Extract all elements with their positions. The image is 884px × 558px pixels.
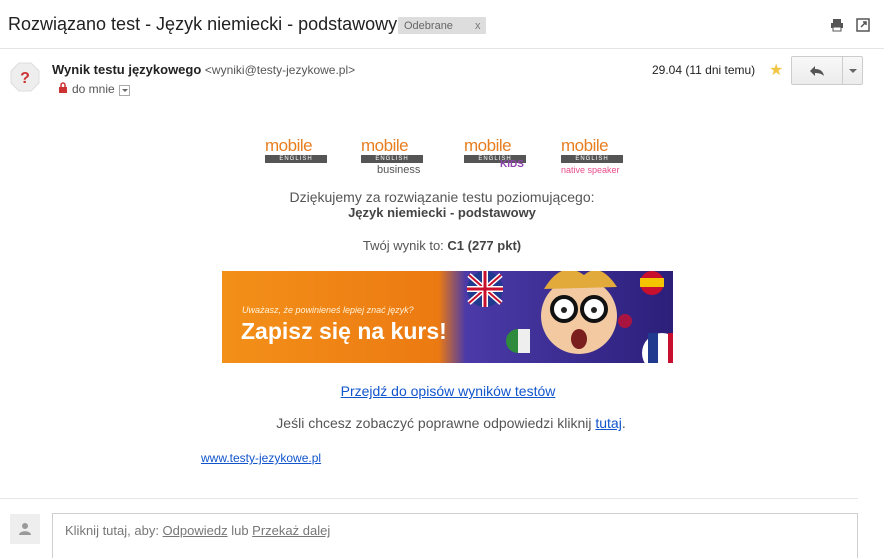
divider [0, 48, 884, 49]
recipient-row: do mnie [58, 82, 130, 96]
brand-logos: mobile ENGLISH mobile ENGLISH business m… [262, 137, 642, 178]
answers-suffix: . [621, 415, 626, 431]
chevron-down-icon [848, 68, 857, 73]
site-link-wrap: www.testy-jezykowe.pl [201, 451, 321, 465]
sender-name[interactable]: Wynik testu językowego [52, 62, 201, 77]
site-link[interactable]: www.testy-jezykowe.pl [201, 451, 321, 465]
email-date: 29.04 (11 dni temu) [652, 63, 756, 77]
star-icon[interactable]: ★ [769, 60, 783, 80]
more-options-button[interactable] [843, 57, 862, 84]
new-window-icon[interactable] [856, 18, 870, 32]
reply-button[interactable] [792, 57, 843, 84]
email-subject: Rozwiązano test - Język niemiecki - pods… [8, 14, 398, 34]
top-icons [830, 18, 870, 32]
course-banner[interactable]: Uważasz, że powinieneś lepiej znać język… [222, 271, 673, 363]
logo-mobile-english-business: mobile ENGLISH business [361, 137, 435, 178]
reply-box-prefix: Kliknij tutaj, aby: [65, 523, 163, 538]
recipient-text: do mnie [72, 82, 115, 96]
result-value: C1 (277 pkt) [447, 238, 522, 253]
results-description-link[interactable]: Przejdź do opisów wyników testów [341, 383, 556, 399]
details-dropdown-icon[interactable] [118, 84, 130, 96]
forward-link[interactable]: Przekaż dalej [252, 523, 330, 538]
reply-box-middle: lub [227, 523, 253, 538]
banner-question: Uważasz, że powinieneś lepiej znać język… [242, 305, 414, 315]
lock-icon [58, 82, 68, 96]
label-text: Odebrane [404, 19, 453, 32]
results-link-line: Przejdź do opisów wyników testów [0, 383, 884, 399]
label-chip-inbox[interactable]: Odebrane x [398, 17, 487, 34]
answers-link[interactable]: tutaj [595, 415, 621, 431]
logo-mobile-english-native-speaker: mobile ENGLISH native speaker [561, 137, 635, 178]
subject-row: Rozwiązano test - Język niemiecki - pods… [8, 12, 884, 40]
logo-mobile-english: mobile ENGLISH [265, 137, 339, 178]
reply-arrow-icon [810, 65, 824, 76]
answers-prefix: Jeśli chcesz zobaczyć poprawne odpowiedz… [276, 415, 596, 431]
result-line: Twój wynik to: C1 (277 pkt) [0, 238, 884, 253]
person-icon [10, 514, 40, 544]
print-icon[interactable] [830, 18, 844, 32]
result-prefix: Twój wynik to: [362, 238, 448, 253]
test-name: Język niemiecki - podstawowy [348, 205, 536, 220]
divider [0, 498, 858, 499]
unknown-sender-icon: ? [10, 62, 40, 92]
svg-text:?: ? [20, 70, 30, 87]
answers-line: Jeśli chcesz zobaczyć poprawne odpowiedz… [0, 415, 884, 431]
logo-mobile-english-kids: mobile ENGLISH KIDS [464, 137, 538, 178]
remove-label-button[interactable]: x [475, 20, 481, 32]
sender-email: <wyniki@testy-jezykowe.pl> [204, 63, 356, 77]
banner-cta: Zapisz się na kurs! [241, 318, 447, 344]
reply-link[interactable]: Odpowiedz [163, 523, 228, 538]
reply-button-group [791, 56, 863, 85]
thanks-text: Dziękujemy za rozwiązanie testu poziomuj… [289, 189, 595, 205]
sender-row: Wynik testu językowego <wyniki@testy-jez… [52, 62, 355, 77]
quick-reply-box[interactable]: Kliknij tutaj, aby: Odpowiedz lub Przeka… [52, 513, 858, 558]
